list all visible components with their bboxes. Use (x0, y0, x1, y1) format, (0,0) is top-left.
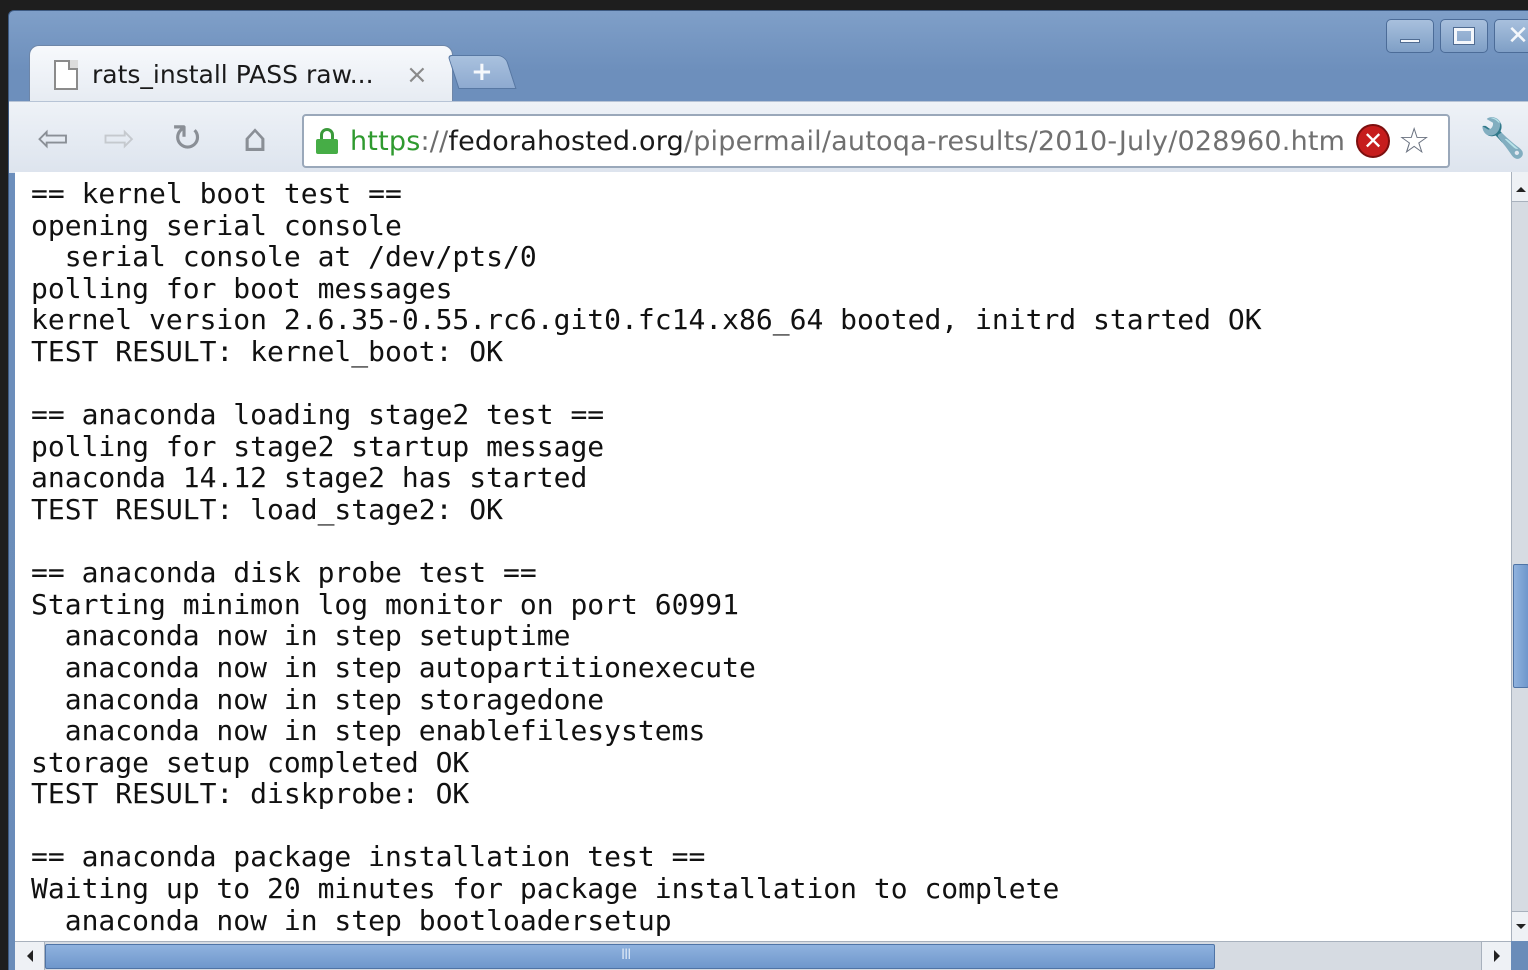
url-separator: :// (420, 125, 449, 157)
home-button[interactable]: ⌂ (231, 114, 279, 162)
vertical-scroll-thumb[interactable] (1513, 564, 1528, 688)
plus-icon: + (471, 57, 493, 87)
log-line: serial console at /dev/pts/0 (31, 240, 537, 274)
log-line: TEST RESULT: kernel_boot: OK (31, 334, 504, 368)
scroll-down-button[interactable] (1512, 911, 1528, 941)
back-arrow-icon: ⇦ (37, 116, 69, 160)
log-line: TEST RESULT: load_stage2: OK (31, 492, 504, 526)
raw-log-text: == kernel boot test == opening serial con… (31, 178, 1262, 936)
log-line: == anaconda package installation test == (31, 840, 706, 874)
log-line: anaconda 14.12 stage2 has started (31, 461, 588, 495)
tab-title: rats_install PASS raw... (92, 60, 374, 89)
log-line: == anaconda loading stage2 test == (31, 398, 605, 432)
lock-icon (316, 128, 338, 154)
maximize-button[interactable] (1440, 19, 1488, 53)
log-line: TEST RESULT: diskprobe: OK (31, 777, 470, 811)
bookmark-star-icon[interactable]: ☆ (1398, 121, 1430, 162)
address-bar[interactable]: https://fedorahosted.org/pipermail/autoq… (302, 114, 1450, 168)
log-line: kernel version 2.6.35-0.55.rc6.git0.fc14… (31, 303, 1262, 337)
page-content: == kernel boot test == opening serial con… (15, 172, 1511, 941)
log-line: anaconda now in step storagedone (31, 682, 605, 716)
minimize-button[interactable] (1386, 19, 1434, 53)
horizontal-scroll-thumb[interactable] (45, 944, 1215, 969)
url-scheme: https (350, 125, 421, 157)
wrench-icon[interactable]: 🔧 (1479, 116, 1526, 161)
horizontal-scrollbar[interactable] (15, 941, 1511, 970)
log-line: == kernel boot test == (31, 177, 402, 210)
log-line: anaconda now in step autopartitionexecut… (31, 650, 756, 684)
scroll-up-button[interactable] (1512, 172, 1528, 202)
new-tab-button[interactable]: + (447, 55, 517, 89)
forward-button[interactable]: ⇨ (95, 114, 143, 162)
toolbar: ⇦ ⇨ ↻ ⌂ https://fedorahosted.org/piperma… (9, 101, 1528, 173)
tab-close-icon[interactable]: × (406, 60, 428, 90)
log-line: anaconda now in step bootloadersetup (31, 903, 672, 937)
home-icon: ⌂ (242, 116, 268, 160)
log-line: anaconda now in step setuptime (31, 619, 571, 653)
log-line: Starting minimon log monitor on port 609… (31, 587, 740, 621)
vertical-scrollbar[interactable] (1511, 172, 1528, 941)
security-warning-icon[interactable]: ✕ (1356, 124, 1390, 158)
log-line: == anaconda disk probe test == (31, 556, 537, 590)
log-line: polling for stage2 startup message (31, 429, 605, 463)
log-line: polling for boot messages (31, 271, 453, 305)
browser-tab[interactable]: rats_install PASS raw... × (29, 45, 453, 103)
forward-arrow-icon: ⇨ (103, 116, 135, 160)
close-icon: ✕ (1507, 21, 1528, 51)
reload-icon: ↻ (171, 116, 203, 160)
log-line: Waiting up to 20 minutes for package ins… (31, 872, 1060, 906)
url-path: /pipermail/autoqa-results/2010-July/0289… (683, 125, 1346, 157)
scroll-left-button[interactable] (15, 942, 45, 970)
back-button[interactable]: ⇦ (29, 114, 77, 162)
url-host: fedorahosted.org (448, 125, 684, 157)
log-line: storage setup completed OK (31, 745, 470, 779)
log-line: opening serial console (31, 208, 402, 242)
minimize-icon (1400, 39, 1420, 43)
reload-button[interactable]: ↻ (163, 114, 211, 162)
close-window-button[interactable]: ✕ (1494, 19, 1528, 53)
scroll-right-button[interactable] (1481, 942, 1511, 970)
page-icon (54, 59, 78, 90)
url-text[interactable]: https://fedorahosted.org/pipermail/autoq… (350, 126, 1354, 157)
maximize-icon (1453, 27, 1475, 45)
log-line: anaconda now in step enablefilesystems (31, 714, 706, 748)
